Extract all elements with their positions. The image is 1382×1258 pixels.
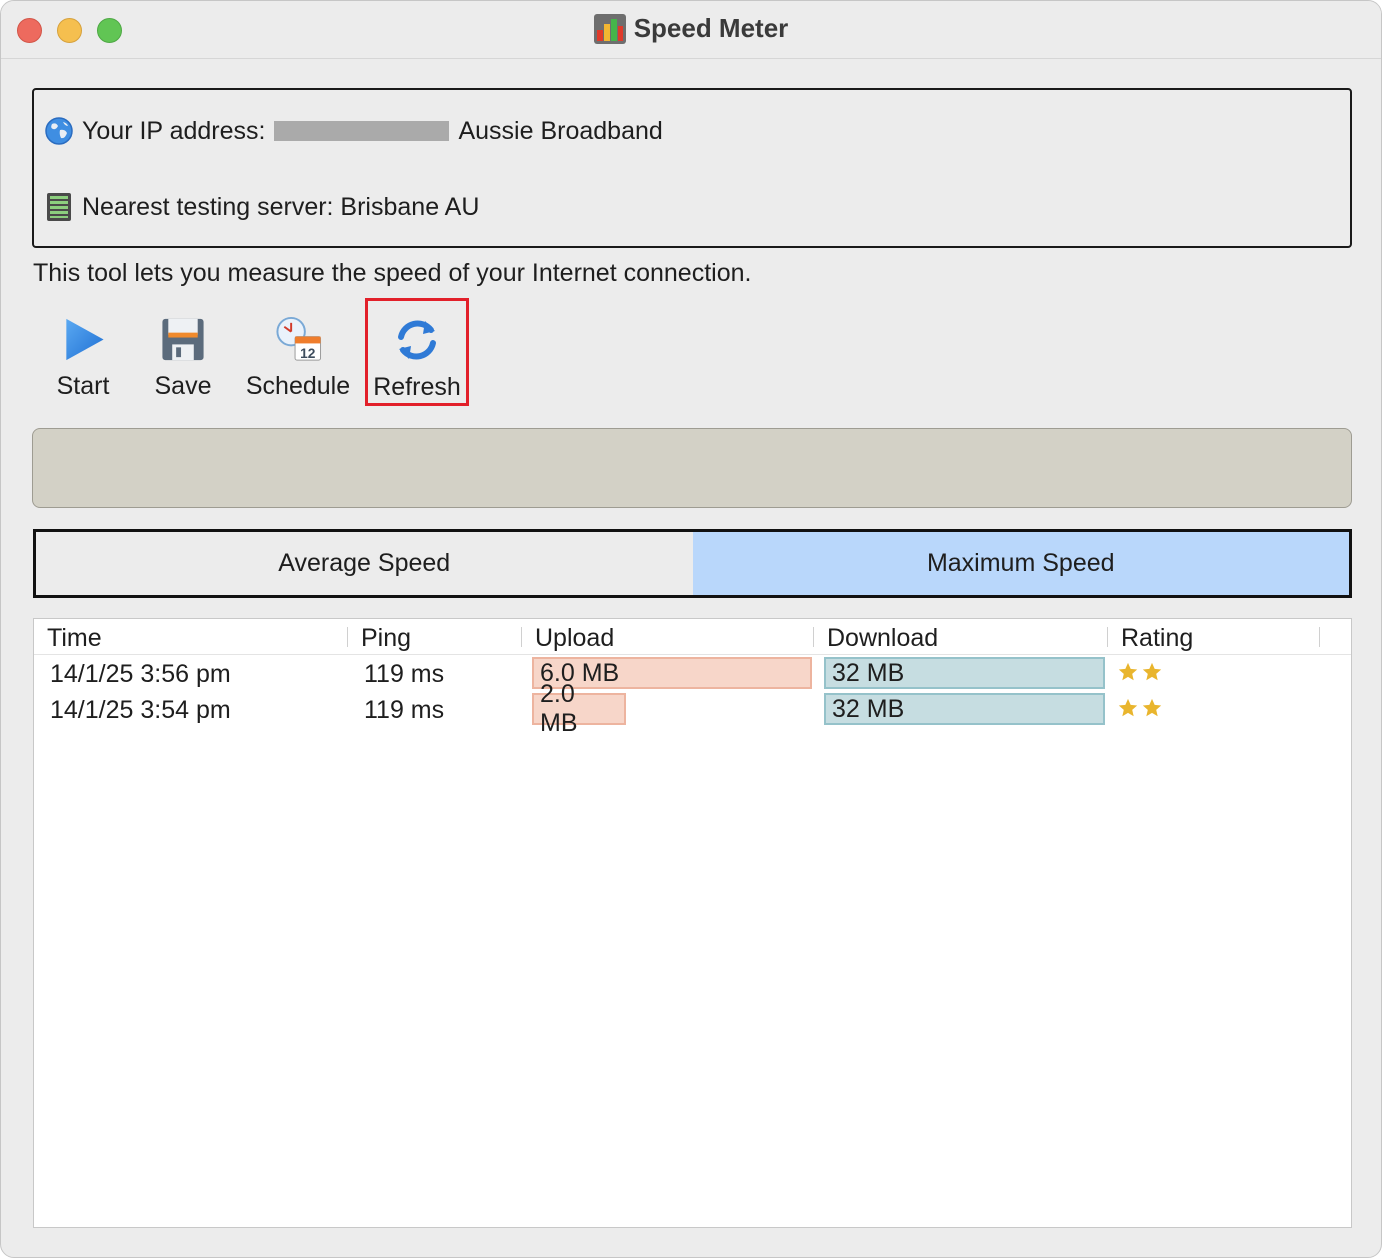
title-bar: Speed Meter	[1, 1, 1381, 59]
refresh-button[interactable]: Refresh	[365, 298, 469, 406]
window-title: Speed Meter	[633, 13, 789, 43]
connection-info-box: Your IP address: Aussie Broadband Neares…	[32, 88, 1352, 248]
download-value: 32 MB	[832, 658, 905, 687]
column-divider[interactable]	[347, 627, 348, 647]
clock-calendar-icon: 12	[276, 316, 322, 361]
server-row: Nearest testing server: Brisbane AU	[44, 192, 479, 222]
isp-name: Aussie Broadband	[458, 116, 663, 145]
calendar-day-number: 12	[300, 346, 316, 361]
schedule-label: Schedule	[245, 372, 351, 400]
star-icon	[1118, 662, 1138, 681]
speed-tabs: Average Speed Maximum Speed	[33, 529, 1352, 598]
tool-description: This tool lets you measure the speed of …	[33, 259, 752, 287]
start-label: Start	[56, 372, 110, 400]
save-label: Save	[154, 372, 212, 400]
table-header: Time Ping Upload Download Rating	[34, 619, 1351, 655]
tab-maximum-speed[interactable]: Maximum Speed	[692, 532, 1349, 595]
ip-address-redacted	[274, 121, 450, 141]
results-table: Time Ping Upload Download Rating 14/1/25…	[33, 618, 1352, 1228]
refresh-icon	[398, 320, 436, 360]
bar-chart-app-icon	[593, 13, 626, 44]
download-bar-cell: 32 MB	[824, 657, 1105, 689]
refresh-label: Refresh	[373, 373, 461, 401]
start-button[interactable]: Start	[45, 301, 121, 401]
column-divider[interactable]	[521, 627, 522, 647]
column-divider[interactable]	[1107, 627, 1108, 647]
ping-cell: 119 ms	[364, 696, 445, 724]
tab-average-speed[interactable]: Average Speed	[36, 532, 693, 595]
ip-address-row: Your IP address: Aussie Broadband	[44, 116, 663, 146]
star-icon	[1142, 698, 1162, 717]
table-row[interactable]: 14/1/25 3:56 pm 119 ms 6.0 MB 32 MB	[34, 657, 1351, 691]
rating-stars	[1117, 697, 1163, 719]
table-row[interactable]: 14/1/25 3:54 pm 119 ms 2.0 MB 32 MB	[34, 680, 1351, 737]
window-title-wrap: Speed Meter	[1, 13, 1381, 49]
save-button[interactable]: Save	[145, 301, 221, 401]
floppy-disk-icon	[162, 318, 204, 361]
column-header-rating[interactable]: Rating	[1121, 624, 1193, 653]
column-header-time[interactable]: Time	[47, 624, 102, 653]
server-icon	[47, 193, 71, 221]
download-value: 32 MB	[832, 694, 905, 723]
window-title-inner: Speed Meter	[593, 13, 789, 44]
column-header-ping[interactable]: Ping	[361, 624, 411, 653]
column-header-download[interactable]: Download	[827, 624, 938, 653]
column-divider[interactable]	[813, 627, 814, 647]
download-bar-cell: 32 MB	[824, 693, 1105, 725]
play-icon	[66, 318, 104, 361]
upload-bar-cell: 2.0 MB	[532, 680, 626, 737]
time-cell: 14/1/25 3:54 pm	[50, 696, 231, 724]
ip-address-label: Your IP address:	[82, 116, 266, 145]
test-progress-bar	[32, 428, 1352, 508]
schedule-button[interactable]: 12 Schedule	[241, 301, 355, 401]
rating-stars	[1117, 661, 1163, 683]
star-icon	[1142, 662, 1162, 681]
star-icon	[1118, 698, 1138, 717]
nearest-server-text: Nearest testing server: Brisbane AU	[82, 192, 480, 221]
globe-icon	[45, 117, 73, 145]
upload-value: 2.0 MB	[540, 680, 578, 737]
column-header-upload[interactable]: Upload	[535, 624, 614, 653]
time-cell: 14/1/25 3:56 pm	[50, 660, 231, 688]
speed-meter-window: Speed Meter Your IP address: Aussie Broa…	[0, 0, 1382, 1258]
column-divider[interactable]	[1319, 627, 1320, 647]
ping-cell: 119 ms	[364, 660, 445, 688]
